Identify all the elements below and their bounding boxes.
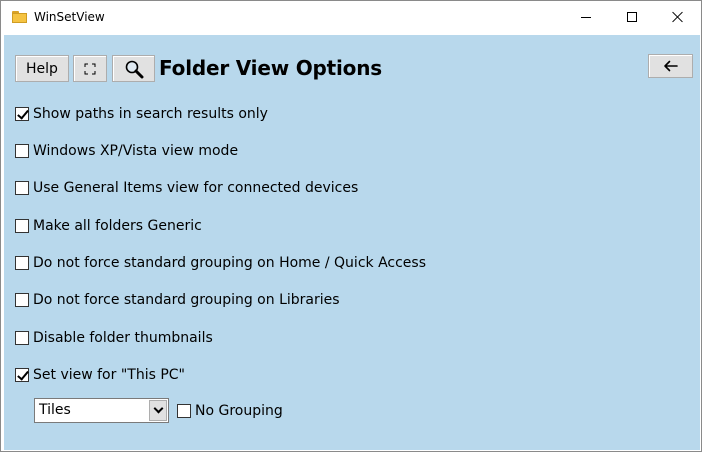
view-mode-value: Tiles [39, 402, 71, 418]
magnifier-icon [125, 60, 143, 78]
app-window: WinSetView Help Folder View Options Show… [0, 0, 702, 452]
dropdown-button[interactable] [149, 400, 167, 421]
page-title: Folder View Options [159, 56, 382, 80]
checkbox[interactable] [15, 181, 29, 195]
option-disable-thumbnails[interactable]: Disable folder thumbnails [15, 328, 213, 348]
maximize-icon [627, 12, 637, 22]
arrow-left-icon [663, 60, 678, 72]
checkbox[interactable] [15, 144, 29, 158]
option-label: Do not force standard grouping on Librar… [33, 292, 340, 308]
option-this-pc-view[interactable]: Set view for "This PC" [15, 365, 185, 385]
help-button-label: Help [26, 60, 58, 77]
window-title: WinSetView [34, 10, 105, 24]
checkbox[interactable] [15, 107, 29, 121]
option-label: Set view for "This PC" [33, 367, 185, 383]
view-mode-select[interactable]: Tiles [34, 398, 169, 423]
option-label: Show paths in search results only [33, 106, 268, 122]
back-button[interactable] [648, 54, 693, 78]
option-show-paths[interactable]: Show paths in search results only [15, 104, 268, 124]
option-label: Windows XP/Vista view mode [33, 143, 239, 159]
option-folders-generic[interactable]: Make all folders Generic [15, 216, 202, 236]
option-label: Do not force standard grouping on Home /… [33, 255, 426, 271]
option-grouping-libraries[interactable]: Do not force standard grouping on Librar… [15, 290, 340, 310]
options-panel: Help Folder View Options Show paths in s… [4, 35, 700, 450]
minimize-button[interactable] [563, 1, 609, 33]
minimize-icon [581, 16, 591, 18]
option-label: Make all folders Generic [33, 218, 202, 234]
close-button[interactable] [655, 1, 701, 33]
maximize-button[interactable] [609, 1, 655, 33]
close-icon [672, 11, 684, 23]
checkbox[interactable] [15, 331, 29, 345]
option-label: Disable folder thumbnails [33, 330, 213, 346]
option-grouping-home[interactable]: Do not force standard grouping on Home /… [15, 253, 426, 273]
checkbox[interactable] [15, 368, 29, 382]
title-bar[interactable]: WinSetView [1, 1, 701, 34]
chevron-down-icon [153, 403, 163, 414]
search-button[interactable] [112, 55, 155, 82]
checkbox[interactable] [15, 219, 29, 233]
fullscreen-button[interactable] [73, 55, 107, 82]
help-button[interactable]: Help [15, 55, 69, 82]
checkbox[interactable] [15, 256, 29, 270]
folder-icon [12, 11, 27, 23]
checkbox[interactable] [177, 404, 191, 418]
checkbox[interactable] [15, 293, 29, 307]
option-no-grouping[interactable]: No Grouping [177, 401, 283, 421]
fullscreen-icon [84, 63, 96, 74]
option-xp-vista-mode[interactable]: Windows XP/Vista view mode [15, 141, 238, 161]
option-label: Use General Items view for connected dev… [33, 180, 359, 196]
option-label: No Grouping [195, 403, 283, 419]
option-general-items-devices[interactable]: Use General Items view for connected dev… [15, 178, 358, 198]
